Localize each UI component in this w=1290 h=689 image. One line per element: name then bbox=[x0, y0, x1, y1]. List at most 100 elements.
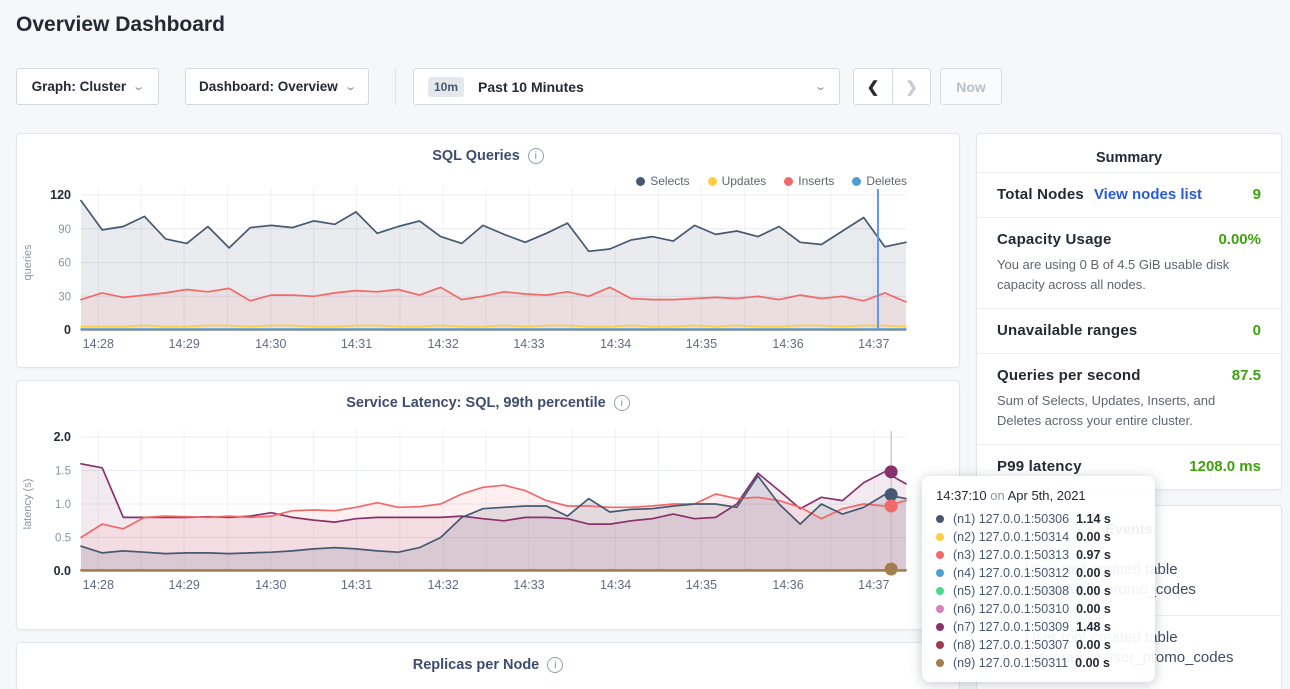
tooltip-node-row: (n9) 127.0.0.1:50311 0.00 s bbox=[936, 654, 1141, 672]
summary-panel-title: Summary bbox=[977, 134, 1281, 172]
svg-text:14:36: 14:36 bbox=[772, 578, 803, 592]
summary-row-capacity: Capacity Usage 0.00% You are using 0 B o… bbox=[977, 217, 1281, 308]
now-button[interactable]: Now bbox=[940, 68, 1002, 105]
svg-text:30: 30 bbox=[58, 291, 71, 303]
svg-text:14:32: 14:32 bbox=[428, 578, 459, 592]
deletes-series-dot bbox=[852, 177, 861, 186]
svg-text:14:30: 14:30 bbox=[255, 578, 286, 592]
svg-text:14:31: 14:31 bbox=[341, 337, 372, 351]
node-address: (n2) 127.0.0.1:50314 bbox=[953, 530, 1069, 544]
graph-selector-label: Graph: Cluster bbox=[32, 79, 127, 94]
svg-text:0.5: 0.5 bbox=[55, 533, 71, 545]
controls-divider bbox=[395, 68, 396, 105]
node-latency-value: 0.00 s bbox=[1076, 638, 1111, 652]
svg-text:1.5: 1.5 bbox=[55, 466, 71, 478]
node-latency-value: 1.48 s bbox=[1076, 620, 1111, 634]
node-color-dot bbox=[936, 605, 944, 613]
svg-text:14:33: 14:33 bbox=[513, 578, 544, 592]
node-address: (n9) 127.0.0.1:50311 bbox=[953, 656, 1068, 670]
node-address: (n8) 127.0.0.1:50307 bbox=[953, 638, 1069, 652]
info-icon[interactable]: i bbox=[614, 395, 630, 411]
node-address: (n3) 127.0.0.1:50313 bbox=[953, 548, 1069, 562]
time-window-dropdown[interactable]: 10m Past 10 Minutes ⌄ bbox=[413, 68, 840, 105]
chevron-down-icon: ⌄ bbox=[132, 80, 145, 93]
summary-panel: Summary Total Nodes View nodes list 9 Ca… bbox=[976, 133, 1282, 490]
time-window-label: Past 10 Minutes bbox=[478, 79, 584, 95]
dashboard-selector-dropdown[interactable]: Dashboard: Overview ⌄ bbox=[185, 68, 369, 105]
p99-latency-value: 1208.0 ms bbox=[1189, 458, 1261, 475]
svg-text:14:33: 14:33 bbox=[513, 337, 544, 351]
node-color-dot bbox=[936, 587, 944, 595]
node-color-dot bbox=[936, 569, 944, 577]
tooltip-node-row: (n1) 127.0.0.1:50306 1.14 s bbox=[936, 510, 1141, 528]
svg-text:14:31: 14:31 bbox=[341, 578, 372, 592]
node-address: (n1) 127.0.0.1:50306 bbox=[953, 512, 1069, 526]
tooltip-node-row: (n6) 127.0.0.1:50310 0.00 s bbox=[936, 600, 1141, 618]
node-latency-value: 0.00 s bbox=[1076, 602, 1111, 616]
node-address: (n6) 127.0.0.1:50310 bbox=[953, 602, 1069, 616]
p99-latency-label: P99 latency bbox=[997, 458, 1082, 475]
legend-label: Updates bbox=[722, 174, 767, 188]
view-nodes-list-link[interactable]: View nodes list bbox=[1094, 186, 1202, 203]
tooltip-node-row: (n3) 127.0.0.1:50313 0.97 s bbox=[936, 546, 1141, 564]
total-nodes-label: Total Nodes bbox=[997, 186, 1084, 203]
graph-selector-dropdown[interactable]: Graph: Cluster ⌄ bbox=[16, 68, 159, 105]
qps-description: Sum of Selects, Updates, Inserts, and De… bbox=[997, 391, 1261, 430]
sql-queries-chart-plot[interactable]: 030609012014:2814:2914:3014:3114:3214:33… bbox=[17, 178, 961, 358]
inserts-series-dot bbox=[784, 177, 793, 186]
node-latency-value: 0.00 s bbox=[1076, 584, 1111, 598]
node-address: (n4) 127.0.0.1:50312 bbox=[953, 566, 1069, 580]
chevron-down-icon: ⌄ bbox=[814, 80, 827, 93]
legend-item-selects[interactable]: Selects bbox=[636, 174, 689, 188]
legend-item-deletes[interactable]: Deletes bbox=[852, 174, 907, 188]
tooltip-node-row: (n4) 127.0.0.1:50312 0.00 s bbox=[936, 564, 1141, 582]
info-icon[interactable]: i bbox=[528, 148, 544, 164]
unavailable-ranges-label: Unavailable ranges bbox=[997, 322, 1137, 339]
svg-text:14:37: 14:37 bbox=[858, 578, 889, 592]
svg-text:14:29: 14:29 bbox=[168, 337, 199, 351]
node-color-dot bbox=[936, 659, 944, 667]
replicas-per-node-chart-title: Replicas per Node bbox=[413, 657, 540, 673]
overview-dashboard-page: Overview Dashboard Graph: Cluster ⌄ Dash… bbox=[0, 0, 1290, 689]
info-icon[interactable]: i bbox=[547, 657, 563, 673]
node-color-dot bbox=[936, 533, 944, 541]
sql-queries-legend: Selects Updates Inserts Deletes bbox=[636, 174, 907, 188]
tooltip-node-row: (n8) 127.0.0.1:50307 0.00 s bbox=[936, 636, 1141, 654]
legend-item-updates[interactable]: Updates bbox=[708, 174, 767, 188]
updates-series-dot bbox=[708, 177, 717, 186]
legend-item-inserts[interactable]: Inserts bbox=[784, 174, 834, 188]
page-title: Overview Dashboard bbox=[16, 13, 225, 37]
svg-text:latency (s): latency (s) bbox=[22, 479, 34, 530]
charts-column: SQL Queries i Selects Updates Inserts bbox=[16, 133, 960, 689]
svg-text:14:35: 14:35 bbox=[686, 578, 717, 592]
node-latency-value: 1.14 s bbox=[1076, 512, 1111, 526]
legend-label: Inserts bbox=[798, 174, 834, 188]
time-prev-button[interactable]: ❮ bbox=[854, 69, 892, 104]
node-color-dot bbox=[936, 515, 944, 523]
svg-text:0.0: 0.0 bbox=[54, 564, 71, 578]
capacity-usage-description: You are using 0 B of 4.5 GiB usable disk… bbox=[997, 255, 1261, 294]
unavailable-ranges-value: 0 bbox=[1253, 322, 1261, 339]
svg-text:90: 90 bbox=[58, 224, 71, 236]
svg-text:14:28: 14:28 bbox=[83, 337, 114, 351]
svg-text:14:28: 14:28 bbox=[83, 578, 114, 592]
svg-text:14:34: 14:34 bbox=[600, 578, 631, 592]
node-color-dot bbox=[936, 551, 944, 559]
total-nodes-value: 9 bbox=[1253, 186, 1261, 203]
node-latency-value: 0.00 s bbox=[1076, 566, 1111, 580]
svg-text:14:37: 14:37 bbox=[858, 337, 889, 351]
svg-text:14:35: 14:35 bbox=[686, 337, 717, 351]
legend-label: Selects bbox=[650, 174, 689, 188]
service-latency-chart-plot[interactable]: 0.00.51.01.52.014:2814:2914:3014:3114:32… bbox=[17, 411, 961, 601]
service-latency-chart-title: Service Latency: SQL, 99th percentile bbox=[346, 395, 606, 411]
svg-text:14:29: 14:29 bbox=[168, 578, 199, 592]
svg-text:14:34: 14:34 bbox=[600, 337, 631, 351]
summary-row-unavailable-ranges: Unavailable ranges 0 bbox=[977, 308, 1281, 353]
node-latency-value: 0.00 s bbox=[1076, 530, 1111, 544]
svg-text:0: 0 bbox=[64, 323, 71, 337]
time-step-buttons: ❮ ❯ bbox=[853, 68, 931, 105]
node-latency-value: 0.00 s bbox=[1075, 656, 1110, 670]
node-latency-value: 0.97 s bbox=[1076, 548, 1111, 562]
svg-text:14:32: 14:32 bbox=[428, 337, 459, 351]
time-next-button[interactable]: ❯ bbox=[892, 69, 930, 104]
